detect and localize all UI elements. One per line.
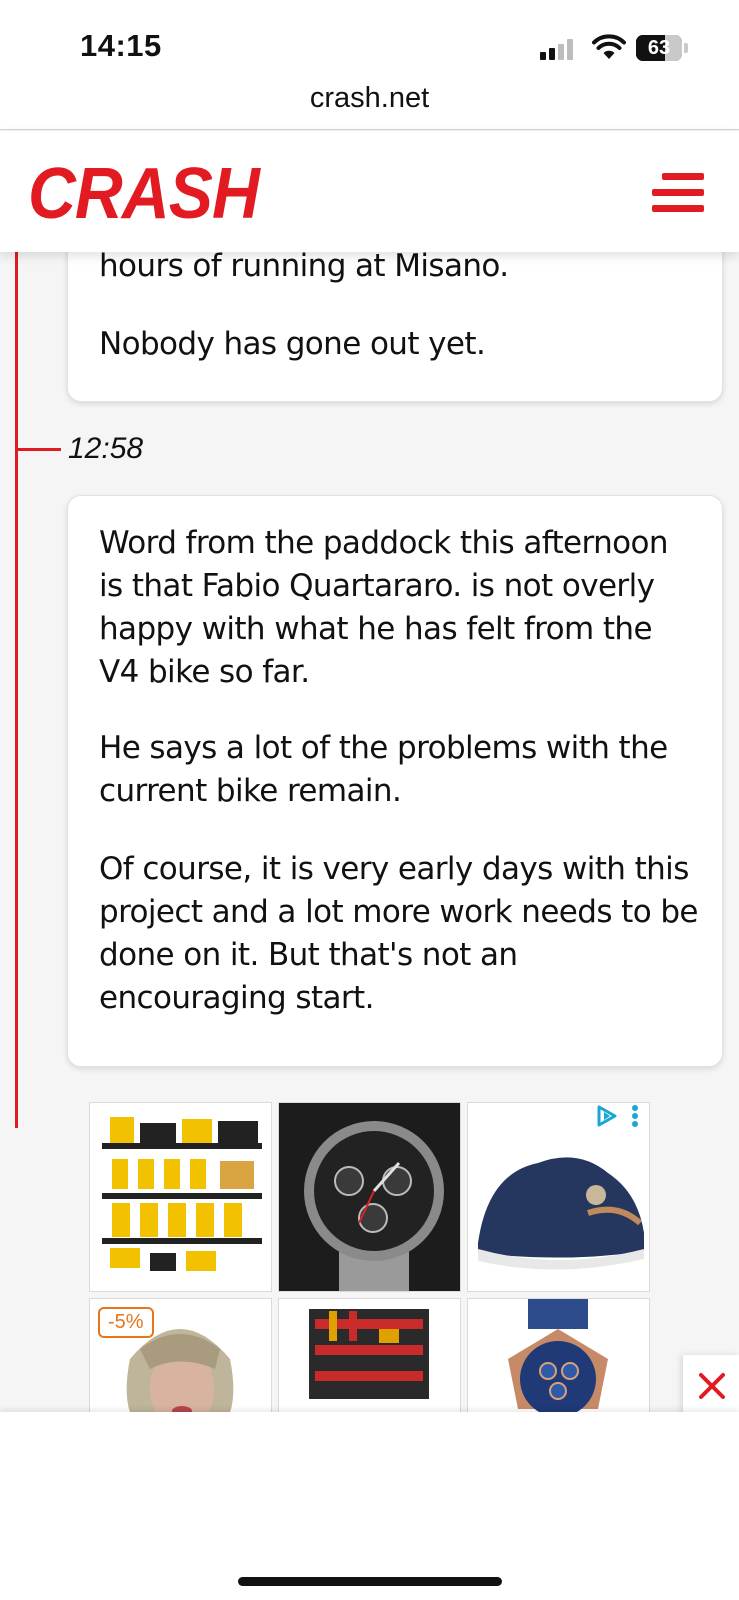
timeline-line (15, 252, 18, 1128)
timeline-marker (15, 448, 61, 451)
status-time: 14:15 (80, 28, 162, 63)
battery-level: 63 (647, 37, 671, 59)
home-indicator[interactable] (238, 1577, 502, 1586)
entry-timestamp: 12:58 (68, 432, 144, 465)
url-domain: crash.net (309, 82, 430, 114)
entry-paragraph: Word from the paddock this afternoon is … (99, 525, 669, 690)
live-entry-card: Word from the paddock this afternoon is … (67, 495, 723, 1067)
cellular-signal-icon (540, 38, 576, 60)
battery-icon: 63 (636, 35, 688, 61)
entry-paragraph: Nobody has gone out yet. (99, 326, 486, 362)
ad-tile-tool-rack[interactable] (89, 1102, 272, 1292)
address-bar[interactable]: crash.net (0, 72, 739, 130)
ad-choices-icon[interactable] (597, 1104, 647, 1128)
sneaker-image (468, 1103, 649, 1291)
ad-close-button[interactable] (683, 1355, 739, 1415)
close-icon (699, 1373, 725, 1399)
live-entry-card: hours of running at Misano. Nobody has g… (67, 230, 723, 402)
hamburger-menu-icon[interactable] (652, 173, 708, 213)
site-logo[interactable]: CRASH (28, 153, 260, 235)
tool-rack-image (90, 1103, 271, 1291)
site-header: CRASH (0, 131, 739, 252)
ad-tile-sneaker[interactable] (467, 1102, 650, 1292)
wifi-icon (592, 34, 626, 59)
page: 14:15 63 crash.net CRASH 12:58 hours of … (0, 0, 739, 1600)
entry-paragraph: He says a lot of the problems with the c… (99, 730, 668, 809)
bottom-ad-area (0, 1412, 739, 1600)
ad-tile-chronograph-watch[interactable] (278, 1102, 461, 1292)
ad-grid: -5% (89, 1102, 651, 1488)
entry-paragraph: Of course, it is very early days with th… (99, 851, 698, 1016)
discount-badge: -5% (98, 1307, 154, 1338)
watch-image (279, 1103, 460, 1291)
